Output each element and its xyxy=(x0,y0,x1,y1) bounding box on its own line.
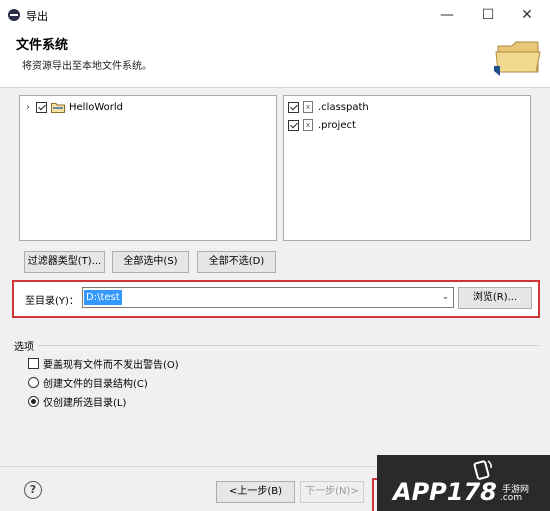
list-item-project[interactable]: x .project xyxy=(288,116,356,134)
tree-item-label: HelloWorld xyxy=(69,101,124,113)
destination-combo[interactable] xyxy=(82,287,454,308)
deselect-all-button[interactable]: 全部不选(D) xyxy=(197,251,276,273)
overwrite-label: 要盖现有文件而不发出警告(O) xyxy=(43,360,179,371)
list-item-label: .classpath xyxy=(318,101,369,113)
page-title: 文件系统 xyxy=(16,38,69,53)
page-description: 将资源导出至本地文件系统。 xyxy=(22,61,152,72)
phone-icon xyxy=(473,460,492,480)
create-structure-label: 创建文件的目录结构(C) xyxy=(43,379,148,390)
select-all-button[interactable]: 全部选中(S) xyxy=(112,251,189,273)
create-structure-radio[interactable] xyxy=(28,377,39,388)
next-button[interactable]: 下一步(N)> xyxy=(300,481,364,503)
list-item-classpath[interactable]: x .classpath xyxy=(288,98,369,116)
list-item-checkbox[interactable] xyxy=(288,119,299,131)
export-folder-icon xyxy=(494,41,541,76)
chevron-down-icon[interactable]: ⌄ xyxy=(438,288,453,307)
create-selected-label: 仅创建所选目录(L) xyxy=(43,398,127,409)
watermark-logo: APP178 xyxy=(393,478,497,506)
file-list[interactable]: x .classpath x .project xyxy=(283,95,531,241)
overwrite-option[interactable]: 要盖现有文件而不发出警告(O) xyxy=(28,356,179,371)
overwrite-checkbox[interactable] xyxy=(28,358,39,369)
help-icon[interactable]: ? xyxy=(24,481,42,499)
xml-file-icon: x xyxy=(303,119,313,131)
destination-label: 至目录(Y)： xyxy=(25,296,79,307)
project-folder-icon xyxy=(51,102,65,113)
tree-item-helloworld[interactable]: › HelloWorld xyxy=(26,98,123,116)
xml-file-icon: x xyxy=(303,101,313,113)
title-bar xyxy=(0,0,550,30)
close-button[interactable]: ✕ xyxy=(512,4,542,26)
create-selected-option[interactable]: 仅创建所选目录(L) xyxy=(28,394,126,409)
maximize-button[interactable]: ☐ xyxy=(473,4,503,26)
create-structure-option[interactable]: 创建文件的目录结构(C) xyxy=(28,375,148,390)
options-title: 选项 xyxy=(14,338,38,353)
tree-item-checkbox[interactable] xyxy=(36,101,47,113)
window-title: 导出 xyxy=(26,10,48,23)
filter-types-button[interactable]: 过滤器类型(T)... xyxy=(24,251,105,273)
list-item-checkbox[interactable] xyxy=(288,101,299,113)
chevron-right-icon[interactable]: › xyxy=(26,102,36,113)
destination-input[interactable]: D:\test xyxy=(84,290,122,305)
create-selected-radio[interactable] xyxy=(28,396,39,407)
browse-button[interactable]: 浏览(R)... xyxy=(458,287,532,309)
minimize-button[interactable]: — xyxy=(432,4,462,26)
list-item-label: .project xyxy=(318,119,356,131)
watermark-url: .com xyxy=(500,493,523,503)
project-tree[interactable]: › HelloWorld xyxy=(19,95,277,241)
eclipse-app-icon xyxy=(8,9,20,21)
back-button[interactable]: <上一步(B) xyxy=(216,481,295,503)
